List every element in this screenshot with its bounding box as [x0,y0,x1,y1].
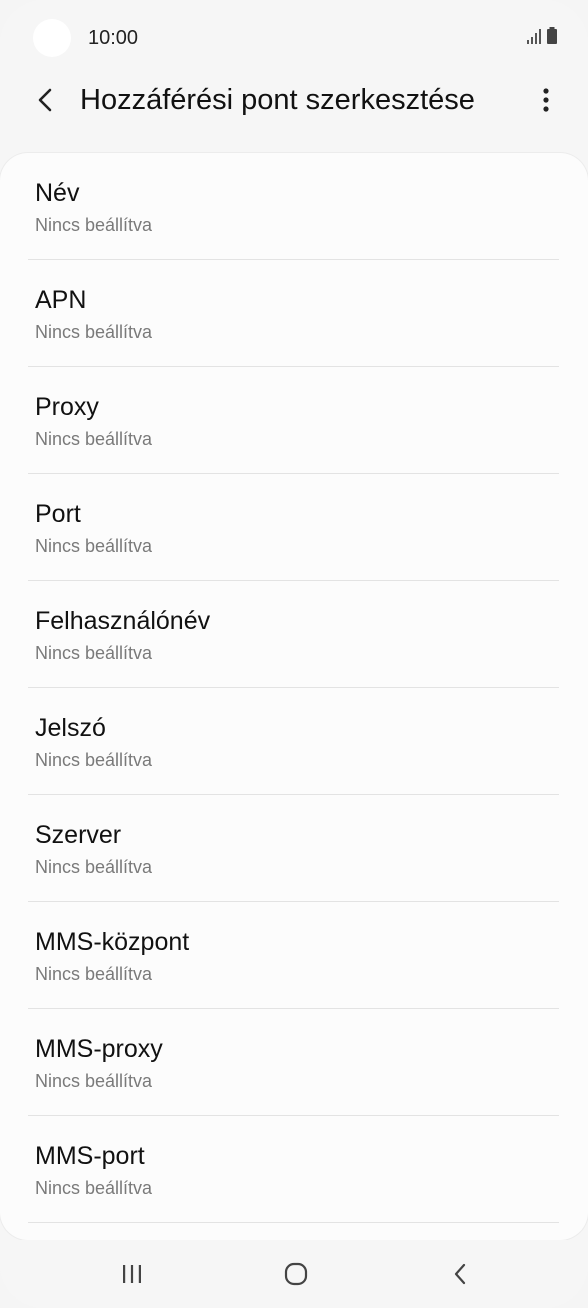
field-label: APN [35,286,87,314]
more-vert-icon [543,88,549,112]
field-label: Felhasználónév [35,607,211,635]
phone-screen: 10:00 Hozzáférési pont szerkesztése Név … [0,0,588,1308]
field-value: Nincs beállítva [35,429,153,449]
chevron-left-icon [38,88,52,112]
field-item-mms-port[interactable]: MMS-port Nincs beállítva [0,1116,588,1223]
field-label: Név [35,179,80,207]
app-bar: Hozzáférési pont szerkesztése [0,76,588,154]
field-item-mmsc[interactable]: MMS-központ Nincs beállítva [0,902,588,1009]
field-value: Nincs beállítva [35,1071,153,1091]
recent-apps-button[interactable] [110,1252,154,1296]
field-value: Nincs beállítva [35,857,153,877]
page-title: Hozzáférési pont szerkesztése [80,84,475,116]
back-icon [454,1263,466,1285]
signal-icon [527,29,541,44]
more-options-button[interactable] [534,82,558,118]
field-label: MMS-központ [35,928,190,956]
field-label: MMS-proxy [35,1035,163,1063]
status-time: 10:00 [88,27,139,49]
field-value: Nincs beállítva [35,215,153,235]
recent-apps-icon [123,1265,141,1283]
field-item-port[interactable]: Port Nincs beállítva [0,474,588,581]
field-item-apn[interactable]: APN Nincs beállítva [0,260,588,367]
status-bar: 10:00 [0,0,588,76]
field-label: Port [35,500,81,528]
field-item-name[interactable]: Név Nincs beállítva [0,153,588,260]
field-value: Nincs beállítva [35,536,153,556]
system-back-button[interactable] [438,1252,482,1296]
divider [28,1222,559,1223]
field-value: Nincs beállítva [35,1178,153,1198]
navigation-bar [0,1240,588,1308]
field-item-server[interactable]: Szerver Nincs beállítva [0,795,588,902]
field-item-username[interactable]: Felhasználónév Nincs beállítva [0,581,588,688]
field-label: MMS-port [35,1142,145,1170]
apn-field-list: Név Nincs beállítva APN Nincs beállítva … [0,153,588,1223]
field-label: Szerver [35,821,122,849]
home-button[interactable] [274,1252,318,1296]
field-item-password[interactable]: Jelszó Nincs beállítva [0,688,588,795]
field-value: Nincs beállítva [35,750,153,770]
camera-cutout [33,19,71,57]
field-value: Nincs beállítva [35,964,153,984]
field-value: Nincs beállítva [35,643,153,663]
field-item-proxy[interactable]: Proxy Nincs beállítva [0,367,588,474]
battery-icon [547,27,557,44]
field-item-mms-proxy[interactable]: MMS-proxy Nincs beállítva [0,1009,588,1116]
back-button[interactable] [28,82,64,118]
status-icons [526,26,558,46]
field-label: Jelszó [35,714,106,742]
settings-card: Név Nincs beállítva APN Nincs beállítva … [0,153,588,1240]
field-value: Nincs beállítva [35,322,153,342]
home-icon [284,1262,308,1286]
field-label: Proxy [35,393,99,421]
